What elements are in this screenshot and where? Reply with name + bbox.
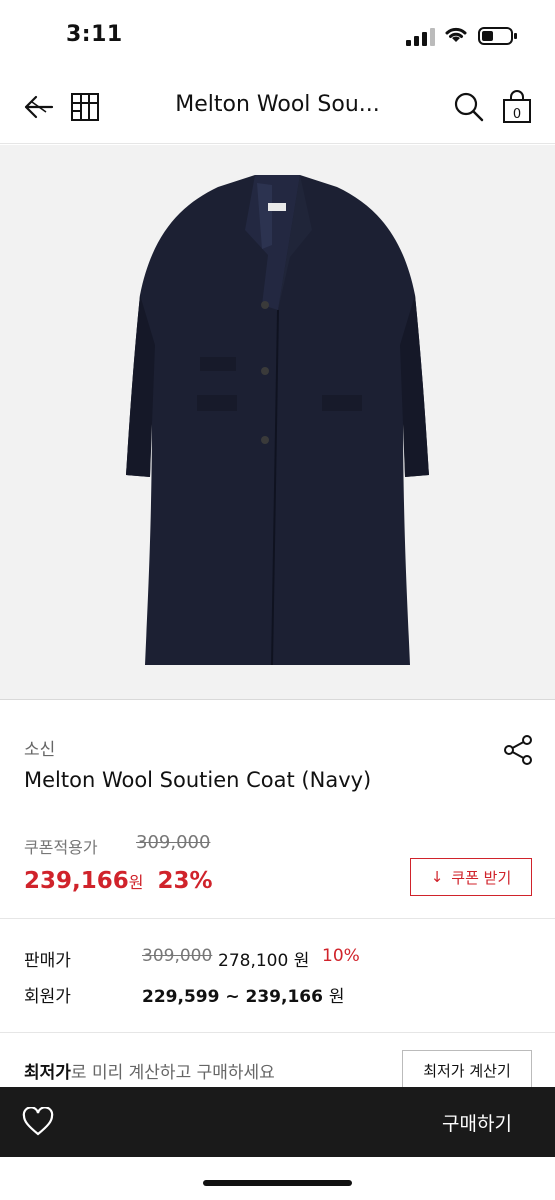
sale-price-label: 판매가: [24, 951, 71, 971]
lowest-price-prompt: 최저가로 미리 계산하고 구매하세요: [24, 1058, 275, 1083]
sale-original-price: 309,000: [142, 946, 213, 966]
lowest-price-bold: 최저가: [24, 1063, 71, 1083]
wifi-icon: [445, 27, 467, 42]
back-arrow-icon: [24, 95, 54, 119]
brand-name[interactable]: 소신: [24, 735, 55, 760]
search-button[interactable]: [452, 90, 486, 124]
share-icon: [504, 735, 532, 765]
divider: [0, 1032, 555, 1033]
heart-icon: [22, 1106, 54, 1136]
cart-count: 0: [513, 107, 521, 122]
home-indicator[interactable]: [203, 1180, 352, 1186]
coupon-original-price: 309,000: [136, 832, 211, 853]
status-time: 3:11: [66, 22, 123, 47]
back-button[interactable]: [22, 90, 56, 124]
product-image[interactable]: [0, 145, 555, 700]
status-bar: 3:11: [0, 0, 555, 72]
sale-price: 278,100 원: [218, 951, 310, 971]
home-indicator-area: [0, 1157, 555, 1200]
search-icon: [454, 92, 484, 122]
buy-button[interactable]: 구매하기: [442, 1109, 512, 1136]
sale-discount: 10%: [322, 946, 360, 966]
shopping-bag-icon: 0: [503, 90, 531, 123]
bottom-action-bar: 구매하기: [0, 1087, 555, 1157]
share-button[interactable]: [502, 734, 534, 766]
coat-photo-icon: [126, 175, 429, 666]
coupon-discount: 23%: [157, 868, 213, 894]
member-price-label: 회원가: [24, 987, 71, 1007]
coupon-price-label: 쿠폰적용가: [24, 838, 98, 857]
member-price-range: 229,599 ~ 239,166 원: [142, 982, 345, 1007]
page-title: Melton Wool Sou...: [175, 92, 380, 117]
cellular-signal-icon: [406, 28, 435, 46]
cart-button[interactable]: 0: [500, 90, 534, 124]
lowest-price-calculator-button[interactable]: 최저가 계산기: [402, 1050, 532, 1090]
battery-icon: [478, 27, 517, 45]
home-button[interactable]: [68, 90, 102, 124]
get-coupon-button[interactable]: ↓ 쿠폰 받기: [410, 858, 532, 896]
member-price-value: 229,599 ~ 239,166: [142, 987, 323, 1007]
store-home-icon: [71, 93, 99, 121]
like-button[interactable]: [22, 1106, 54, 1137]
member-price-unit: 원: [328, 987, 345, 1007]
get-coupon-label: 쿠폰 받기: [451, 868, 512, 887]
product-name: Melton Wool Soutien Coat (Navy): [24, 768, 372, 792]
top-nav: Melton Wool Sou... 0: [0, 72, 555, 144]
screen: 3:11 Melton Wool Sou... 0 소신 Melton Wool…: [0, 0, 555, 1200]
lowest-price-rest: 로 미리 계산하고 구매하세요: [70, 1063, 275, 1083]
divider: [0, 918, 555, 919]
coupon-price-unit: 원: [128, 873, 144, 892]
coupon-price: 239,166원 23%: [24, 868, 213, 894]
coupon-price-value: 239,166: [24, 868, 129, 894]
download-arrow-icon: ↓: [430, 868, 444, 886]
